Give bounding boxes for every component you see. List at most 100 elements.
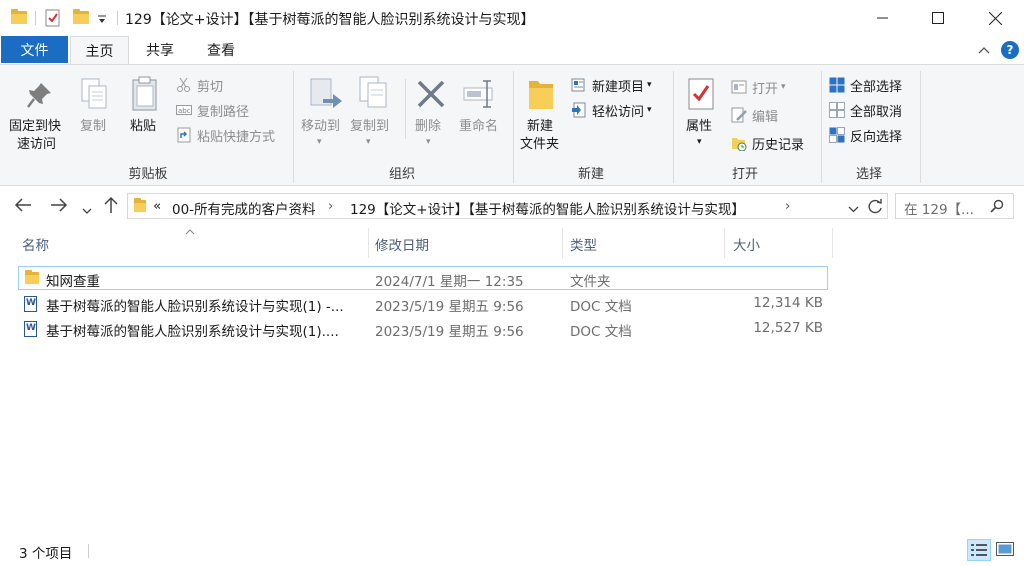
- history-button[interactable]: 历史记录: [731, 132, 804, 154]
- column-header-type[interactable]: 类型: [570, 234, 597, 254]
- minimize-icon: [877, 17, 888, 19]
- status-item-count: 3 个项目: [19, 546, 73, 562]
- edit-icon: [731, 107, 747, 123]
- forward-button[interactable]: [50, 197, 68, 217]
- tab-home[interactable]: 主页: [70, 36, 129, 65]
- cut-label: 剪切: [197, 79, 224, 95]
- tab-view[interactable]: 查看: [197, 36, 245, 64]
- paste-icon: [132, 76, 157, 111]
- close-icon: [988, 11, 1002, 25]
- refresh-button[interactable]: [868, 198, 883, 218]
- open-group-label: 打开: [731, 167, 758, 182]
- chevron-down-icon: [848, 206, 859, 213]
- select-none-button[interactable]: 全部取消: [829, 99, 902, 121]
- up-button[interactable]: [104, 196, 118, 219]
- maximize-icon: [932, 12, 944, 24]
- address-bar[interactable]: « 00-所有完成的客户资料 › 129【论文+设计】【基于树莓派的智能人脸识别…: [127, 193, 888, 219]
- organize-group-label: 组织: [388, 167, 415, 182]
- forward-arrow-icon: [51, 198, 68, 212]
- easy-access-dropdown-icon: ▾: [647, 105, 652, 115]
- breadcrumb-separator-icon[interactable]: ›: [785, 198, 790, 214]
- file-type: DOC 文档: [570, 324, 632, 340]
- column-header-size[interactable]: 大小: [733, 234, 760, 254]
- new-folder-label: 新建: [527, 119, 554, 134]
- history-label: 历史记录: [752, 137, 805, 153]
- column-header-date[interactable]: 修改日期: [375, 234, 429, 254]
- file-size: 12,527 KB: [753, 320, 823, 336]
- paste-button[interactable]: 粘贴: [130, 118, 156, 136]
- close-button[interactable]: [972, 0, 1018, 36]
- paste-shortcut-button[interactable]: 粘贴快捷方式: [176, 124, 275, 146]
- column-divider[interactable]: [832, 228, 833, 258]
- column-divider[interactable]: [562, 228, 563, 258]
- file-name: 基于树莓派的智能人脸识别系统设计与实现(1) -...: [46, 299, 344, 315]
- large-icons-view-button[interactable]: [993, 539, 1017, 561]
- up-arrow-icon: [104, 196, 118, 213]
- open-icon: [731, 79, 747, 95]
- history-icon: [731, 135, 747, 152]
- pin-icon: [27, 83, 51, 108]
- recent-locations-button[interactable]: [82, 200, 92, 220]
- column-header-name[interactable]: 名称: [22, 234, 49, 254]
- copy-button[interactable]: 复制: [80, 118, 106, 136]
- breadcrumb-separator-icon[interactable]: ›: [328, 198, 333, 214]
- scissors-icon: [176, 77, 192, 93]
- collapse-ribbon-icon[interactable]: [972, 36, 996, 64]
- sort-ascending-icon: [185, 224, 195, 239]
- invert-selection-label: 反向选择: [850, 129, 903, 145]
- help-icon[interactable]: ?: [1001, 41, 1019, 59]
- file-row[interactable]: 基于树莓派的智能人脸识别系统设计与实现(1) -... 2023/5/19 星期…: [18, 292, 828, 316]
- open-dropdown-icon: ▾: [781, 82, 786, 92]
- file-date: 2023/5/19 星期五 9:56: [375, 299, 524, 315]
- copy-path-button[interactable]: abc 复制路径: [176, 99, 249, 121]
- tab-share[interactable]: 共享: [136, 36, 184, 64]
- select-all-label: 全部选择: [850, 79, 903, 95]
- group-separator: [920, 71, 921, 183]
- breadcrumb-clients[interactable]: 00-所有完成的客户资料: [172, 198, 316, 218]
- group-separator: [821, 71, 822, 183]
- easy-access-button[interactable]: 轻松访问 ▾: [571, 99, 652, 121]
- file-name: 知网查重: [46, 274, 100, 290]
- svg-text:abc: abc: [178, 107, 191, 115]
- invert-selection-icon: [829, 127, 845, 143]
- column-divider[interactable]: [724, 228, 725, 258]
- select-all-button[interactable]: 全部选择: [829, 74, 902, 96]
- breadcrumb-current[interactable]: 129【论文+设计】【基于树莓派的智能人脸识别系统设计与实现】: [350, 198, 745, 218]
- address-overflow-button[interactable]: «: [153, 198, 161, 214]
- rename-button[interactable]: 重命名: [459, 118, 498, 136]
- column-divider[interactable]: [368, 228, 369, 258]
- group-separator: [513, 71, 514, 183]
- new-item-button[interactable]: 新建项目 ▾: [571, 74, 652, 96]
- open-button[interactable]: 打开 ▾: [731, 76, 786, 98]
- maximize-button[interactable]: [915, 0, 961, 36]
- move-to-icon: [310, 78, 342, 108]
- properties-icon: [688, 78, 714, 110]
- details-view-button[interactable]: [967, 539, 991, 561]
- group-separator: [673, 71, 674, 183]
- back-arrow-icon: [14, 198, 31, 212]
- ribbon: 固定到快 速访问 复制 粘贴 剪切 abc 复制路径 粘贴快捷方式 剪贴板 移动…: [0, 64, 1024, 186]
- clipboard-group-label: 剪贴板: [128, 167, 168, 182]
- edit-label: 编辑: [752, 109, 779, 125]
- copy-path-icon: abc: [176, 102, 192, 118]
- invert-selection-button[interactable]: 反向选择: [829, 124, 902, 146]
- edit-button[interactable]: 编辑: [731, 104, 778, 126]
- file-row[interactable]: 基于树莓派的智能人脸识别系统设计与实现(1).... 2023/5/19 星期五…: [18, 317, 828, 341]
- search-input[interactable]: 在 129【...: [904, 198, 974, 218]
- address-history-dropdown[interactable]: [848, 202, 859, 217]
- customize-qa-dropdown-icon[interactable]: [97, 14, 109, 32]
- back-button[interactable]: [14, 197, 32, 217]
- properties-qa-icon[interactable]: [45, 9, 63, 27]
- tab-file[interactable]: 文件: [1, 36, 68, 63]
- minimize-button[interactable]: [860, 0, 906, 36]
- new-folder-label-2: 文件夹: [520, 137, 560, 152]
- delete-icon: [417, 80, 445, 108]
- word-doc-icon: [24, 321, 37, 337]
- cut-button[interactable]: 剪切: [176, 74, 223, 96]
- search-icon: [990, 199, 1004, 217]
- search-box[interactable]: 在 129【...: [895, 193, 1014, 219]
- file-row[interactable]: 知网查重 2024/7/1 星期一 12:35 文件夹: [18, 266, 828, 290]
- new-item-dropdown-icon: ▾: [647, 80, 652, 90]
- pin-label: 固定到快: [9, 119, 62, 134]
- select-none-icon: [829, 102, 845, 118]
